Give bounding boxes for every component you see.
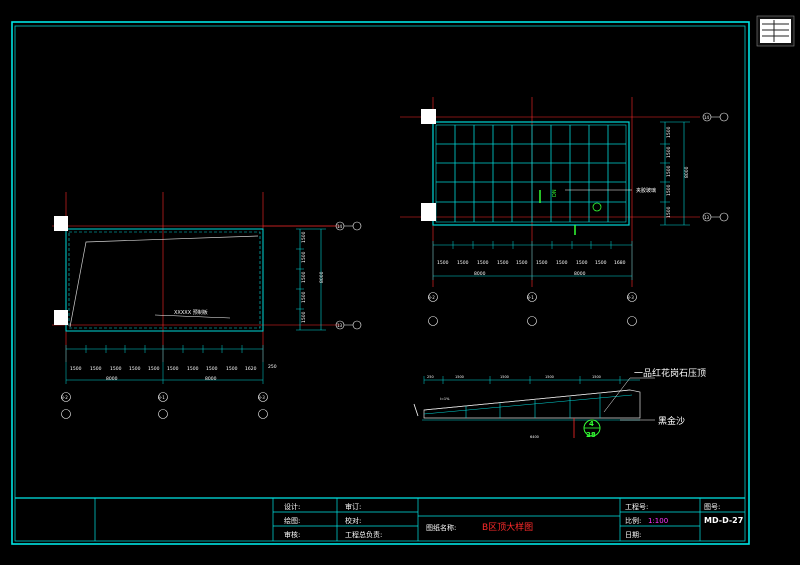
right-bottom-total-1: 8000 xyxy=(474,271,486,277)
tb-chief-label: 工程总负责: xyxy=(345,530,382,539)
left-axis-b2: B-1 xyxy=(158,395,165,400)
section-bottom-dim: 6400 xyxy=(530,435,539,439)
left-bottom-dim-10: 1620 xyxy=(245,366,257,372)
tb-sheet-no: MD-D-27 xyxy=(704,516,743,525)
left-bottom-dim-7: 1500 xyxy=(187,366,199,372)
right-axis-b2: B-1 xyxy=(527,295,534,300)
right-bottom-dim-2: 1500 xyxy=(457,260,469,266)
section-top-dim-3: 1500 xyxy=(500,375,509,379)
section-top-dim-2: 1500 xyxy=(455,375,464,379)
left-bottom-dim-2: 1500 xyxy=(90,366,102,372)
sheet-thumbnail xyxy=(756,15,795,47)
tb-approve-label: 审订: xyxy=(345,502,361,511)
section-top-dim-1: 250 xyxy=(427,375,434,379)
left-bottom-dim-5: 1500 xyxy=(148,366,160,372)
right-axis-tag-1: 14 xyxy=(704,115,710,120)
right-bottom-total-2: 8000 xyxy=(574,271,586,277)
right-bottom-dim-4: 1500 xyxy=(497,260,509,266)
tb-design-label: 设计: xyxy=(284,502,300,511)
right-bottom-dim-1: 1500 xyxy=(437,260,449,266)
left-right-total: 8000 xyxy=(319,271,325,283)
right-right-dim-3: 1500 xyxy=(666,165,672,177)
left-side-dim: 250 xyxy=(268,364,277,370)
tb-sheet-no-label: 图号: xyxy=(704,503,720,511)
section-label-granite: 一品红花岗石压顶 xyxy=(634,367,706,379)
sheet-outer-frame xyxy=(11,21,750,545)
left-axis-b1: B-2 xyxy=(61,395,68,400)
section-detail-bottom: 28 xyxy=(586,431,596,439)
right-plan-note: 夹胶玻璃 xyxy=(636,187,656,194)
right-right-dim-1: 1500 xyxy=(666,126,672,138)
left-axis-tag-1: 14 xyxy=(337,224,343,229)
right-bottom-dim-8: 1500 xyxy=(576,260,588,266)
right-right-dim-5: 1500 xyxy=(666,206,672,218)
left-bottom-dim-6: 1500 xyxy=(167,366,179,372)
right-bottom-dim-9: 1500 xyxy=(595,260,607,266)
roof-section-detail: 250 1500 1500 1500 1500 i=1% 6400 4 28 一… xyxy=(413,367,706,439)
left-axis-tag-2: 13 xyxy=(337,323,343,328)
section-top-dim-4: 1500 xyxy=(545,375,554,379)
tb-check-label: 校对: xyxy=(345,516,361,525)
sheet-inner-frame xyxy=(14,25,746,542)
left-right-dim-3: 1500 xyxy=(301,271,307,283)
right-right-dim-4: 1500 xyxy=(666,184,672,196)
left-right-dim-5: 1500 xyxy=(301,311,307,323)
right-bottom-dim-10: 1680 xyxy=(614,260,626,266)
right-bottom-dim-6: 1500 xyxy=(536,260,548,266)
cad-drawing-canvas: XXXXX 预制板 1500 1500 1500 1500 1500 8000 … xyxy=(11,15,795,545)
right-bottom-dim-5: 1500 xyxy=(516,260,528,266)
section-slope: i=1% xyxy=(440,397,450,401)
left-plan-note: XXXXX 预制板 xyxy=(174,309,208,316)
right-bottom-dim-7: 1500 xyxy=(556,260,568,266)
svg-text:DN: DN xyxy=(552,189,558,197)
right-axis-tag-2: 13 xyxy=(704,215,710,220)
title-block: 设计: 绘图: 审核: 审订: 校对: 工程总负责: 图纸名称: B区顶大样图 … xyxy=(15,497,745,541)
left-bottom-dim-3: 1500 xyxy=(110,366,122,372)
left-right-dim-1: 1500 xyxy=(301,231,307,243)
left-right-dim-4: 1500 xyxy=(301,291,307,303)
right-bottom-dim-3: 1500 xyxy=(477,260,489,266)
left-bottom-total-2: 8000 xyxy=(205,376,217,382)
left-bottom-total-1: 8000 xyxy=(106,376,118,382)
tb-drawing-name-label: 图纸名称: xyxy=(426,523,456,532)
tb-review-label: 审核: xyxy=(284,530,300,539)
left-bottom-dim-8: 1500 xyxy=(206,366,218,372)
left-roof-plan: XXXXX 预制板 1500 1500 1500 1500 1500 8000 … xyxy=(52,192,362,419)
section-detail-top: 4 xyxy=(589,420,594,428)
tb-scale-value: 1:100 xyxy=(648,517,668,525)
right-axis-b3: B-3 xyxy=(627,295,634,300)
tb-date-label: 日期: xyxy=(625,531,641,539)
left-bottom-dim-9: 1500 xyxy=(226,366,238,372)
tb-project-no-label: 工程号: xyxy=(625,502,648,511)
right-axis-b1: B-2 xyxy=(428,295,435,300)
left-bottom-dim-4: 1500 xyxy=(129,366,141,372)
left-right-dim-2: 1500 xyxy=(301,251,307,263)
left-bottom-dim-1: 1500 xyxy=(70,366,82,372)
section-top-dim-5: 1500 xyxy=(592,375,601,379)
tb-drawing-name: B区顶大样图 xyxy=(482,521,533,533)
tb-draw-label: 绘图: xyxy=(284,516,300,525)
right-right-total: 8000 xyxy=(684,166,690,178)
right-glass-roof-plan: DN 夹胶玻璃 1500 1500 1500 1500 1500 8000 14… xyxy=(400,97,729,326)
section-label-sand: 黑金沙 xyxy=(658,415,685,427)
left-axis-b3: B-3 xyxy=(258,395,265,400)
tb-scale-label: 比例: xyxy=(625,516,641,525)
right-right-dim-2: 1500 xyxy=(666,146,672,158)
